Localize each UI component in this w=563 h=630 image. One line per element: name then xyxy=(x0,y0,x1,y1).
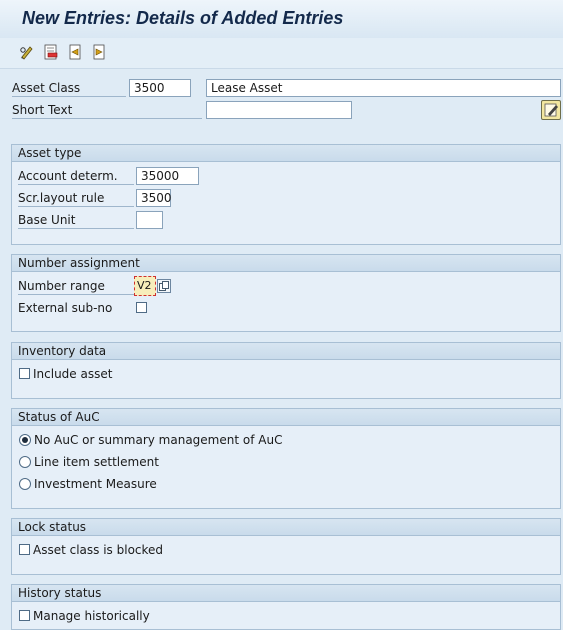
asset-class-label: Asset Class xyxy=(12,80,126,97)
copy-icon xyxy=(159,281,169,291)
account-determ-field[interactable]: 35000 xyxy=(136,167,199,185)
external-sub-no-checkbox[interactable] xyxy=(136,302,147,313)
number-assignment-group: Number assignment Number range V2 Extern… xyxy=(11,254,561,332)
inventory-data-header: Inventory data xyxy=(12,343,560,360)
asset-class-blocked-label: Asset class is blocked xyxy=(33,543,164,557)
asset-class-field[interactable]: 3500 xyxy=(129,79,191,97)
asset-type-group: Asset type Account determ. 35000 Scr.lay… xyxy=(11,144,561,245)
base-unit-label: Base Unit xyxy=(18,212,134,229)
page-title: New Entries: Details of Added Entries xyxy=(22,8,344,28)
number-assignment-header: Number assignment xyxy=(12,255,560,272)
investment-measure-label: Investment Measure xyxy=(34,477,157,491)
line-item-settlement-label: Line item settlement xyxy=(34,455,159,469)
previous-entry-icon[interactable] xyxy=(66,43,84,61)
history-status-header: History status xyxy=(12,585,560,602)
edit-text-button[interactable] xyxy=(541,100,561,120)
manage-historically-checkbox[interactable] xyxy=(19,610,30,621)
base-unit-field[interactable] xyxy=(136,211,163,229)
lock-status-group: Lock status Asset class is blocked xyxy=(11,518,561,575)
status-auc-group: Status of AuC No AuC or summary manageme… xyxy=(11,408,561,509)
short-text-field[interactable] xyxy=(206,101,352,119)
edit-pencil-icon xyxy=(544,103,558,117)
asset-class-description-field[interactable]: Lease Asset xyxy=(206,79,561,97)
delete-icon[interactable] xyxy=(42,43,60,61)
status-auc-header: Status of AuC xyxy=(12,409,560,426)
no-auc-label: No AuC or summary management of AuC xyxy=(34,433,283,447)
include-asset-checkbox[interactable] xyxy=(19,368,30,379)
next-entry-icon[interactable] xyxy=(90,43,108,61)
number-range-label: Number range xyxy=(18,278,134,295)
history-status-group: History status Manage historically xyxy=(11,584,561,630)
line-item-settlement-radio[interactable] xyxy=(19,456,31,468)
pencil-glasses-icon[interactable] xyxy=(18,43,36,61)
inventory-data-group: Inventory data Include asset xyxy=(11,342,561,399)
number-range-select-button[interactable] xyxy=(157,279,171,293)
account-determ-label: Account determ. xyxy=(18,168,134,185)
external-sub-no-label: External sub-no xyxy=(18,301,113,315)
number-range-field[interactable]: V2 xyxy=(134,276,156,296)
application-toolbar xyxy=(0,38,563,69)
asset-type-header: Asset type xyxy=(12,145,560,162)
title-bar: New Entries: Details of Added Entries xyxy=(0,0,563,39)
no-auc-radio[interactable] xyxy=(19,434,31,446)
include-asset-label: Include asset xyxy=(33,367,113,381)
asset-class-blocked-checkbox[interactable] xyxy=(19,544,30,555)
manage-historically-label: Manage historically xyxy=(33,609,150,623)
short-text-label: Short Text xyxy=(12,102,202,119)
investment-measure-radio[interactable] xyxy=(19,478,31,490)
scr-layout-rule-field[interactable]: 3500 xyxy=(136,189,172,207)
lock-status-header: Lock status xyxy=(12,519,560,536)
scr-layout-rule-label: Scr.layout rule xyxy=(18,190,134,207)
